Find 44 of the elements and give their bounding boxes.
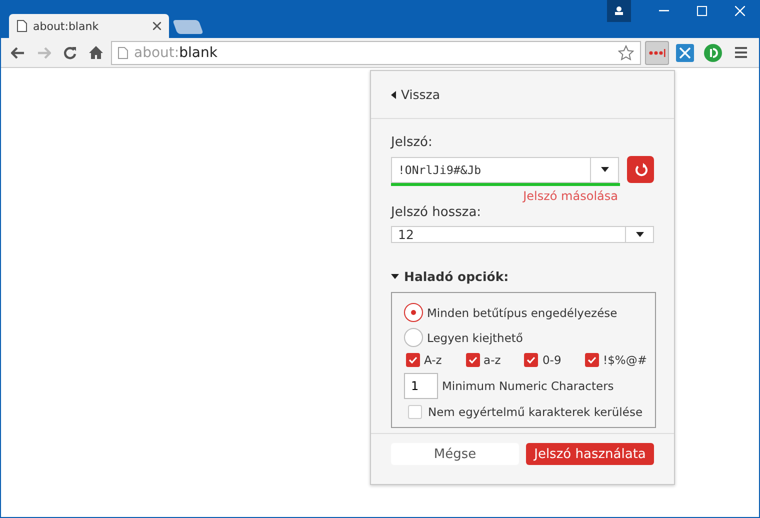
- page-icon: [17, 20, 27, 32]
- check-icon: [587, 355, 597, 365]
- caret-icon: [390, 90, 396, 98]
- regenerate-button[interactable]: [627, 156, 654, 183]
- profile-icon[interactable]: [607, 0, 631, 22]
- password-extension-icon[interactable]: [645, 40, 669, 64]
- page-icon: [118, 46, 128, 58]
- refresh-icon: [634, 162, 648, 176]
- browser-tab[interactable]: about:blank: [9, 14, 169, 38]
- checkbox[interactable]: [466, 353, 480, 367]
- radio-button[interactable]: [404, 303, 423, 322]
- length-select[interactable]: 12: [391, 226, 654, 243]
- copy-password-link[interactable]: Jelszó másolása: [523, 189, 618, 203]
- check-icon: [526, 355, 536, 365]
- radio-button[interactable]: [404, 328, 423, 347]
- password-field[interactable]: !ONrlJi9#&Jb: [391, 156, 619, 182]
- option-label: Legyen kiejthető: [427, 330, 523, 344]
- use-password-button[interactable]: Jelszó használata: [526, 443, 654, 465]
- checkbox[interactable]: [406, 353, 420, 367]
- advanced-toggle[interactable]: Haladó opciók:: [391, 269, 654, 284]
- caret-icon: [636, 232, 644, 238]
- check-icon: [468, 355, 478, 365]
- option-label: Minden betűtípus engedélyezése: [427, 306, 618, 320]
- option-label: Nem egyértelmű karakterek kerülése: [428, 405, 643, 419]
- cancel-button[interactable]: Mégse: [391, 443, 519, 465]
- option-label: a-z: [484, 353, 501, 367]
- close-icon[interactable]: [153, 22, 161, 30]
- field-label: Jelszó:: [391, 135, 434, 150]
- caret-icon: [600, 166, 608, 172]
- address-bar[interactable]: about:blank: [111, 40, 641, 64]
- option-label: !$%@#: [603, 353, 647, 367]
- checkbox[interactable]: [585, 353, 599, 367]
- field-label: Jelszó hossza:: [391, 205, 482, 220]
- checkbox[interactable]: [524, 353, 538, 367]
- new-tab-button[interactable]: [172, 20, 204, 34]
- url-text: about:blank: [134, 44, 218, 60]
- option-label: 0-9: [542, 353, 562, 367]
- caret-icon: [391, 274, 399, 280]
- option-label: A-z: [424, 353, 442, 367]
- back-link[interactable]: Vissza: [389, 87, 440, 102]
- check-icon: [408, 355, 418, 365]
- option-label: Minimum Numeric Characters: [442, 379, 614, 393]
- star-icon[interactable]: [618, 44, 634, 60]
- number-field[interactable]: 1: [404, 373, 438, 399]
